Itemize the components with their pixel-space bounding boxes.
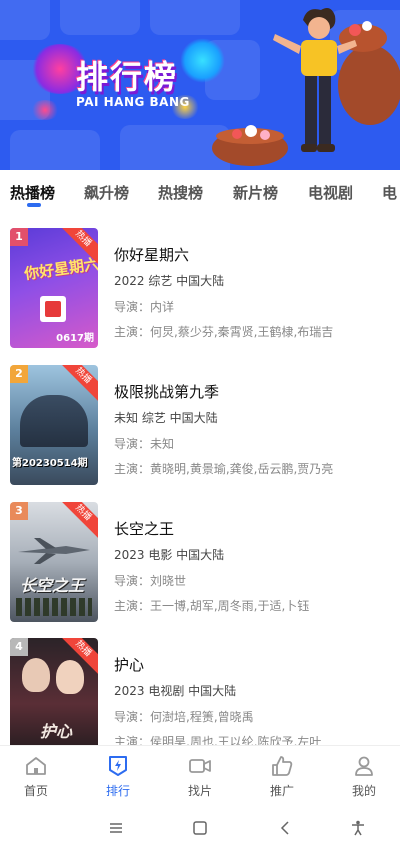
poster-caption: 护心 (40, 722, 73, 741)
tab-hot-play[interactable]: 热播榜 (10, 182, 55, 203)
poster-image[interactable]: 护心 4 热播 (10, 638, 98, 745)
banner-decoration (60, 0, 140, 35)
jet-illustration (18, 538, 90, 564)
system-navigation-bar (0, 808, 400, 850)
splash-decoration (180, 38, 225, 83)
list-item[interactable]: 第20230514期 2 热播 极限挑战第九季 未知 综艺 中国大陆 导演：未知… (0, 365, 400, 489)
poster-caption: 长空之王 (20, 576, 85, 595)
nav-promote[interactable]: 推广 (252, 754, 312, 804)
banner-decoration (150, 0, 240, 35)
tab-tv-series[interactable]: 电视剧 (308, 182, 353, 203)
item-meta: 未知 综艺 中国大陆 (114, 411, 218, 425)
category-tabs: 热播榜 飙升榜 热搜榜 新片榜 电视剧 电 (0, 170, 400, 214)
banner-title: 排行榜 (76, 58, 179, 96)
item-director: 导演：内详 (114, 300, 175, 314)
nav-ranking[interactable]: 排行 (88, 754, 148, 804)
user-icon (355, 756, 373, 776)
item-actors: 主演：侯明昊,周也,王以纶,陈欣予,左叶 (114, 735, 322, 745)
nav-home[interactable]: 首页 (6, 754, 66, 804)
item-title[interactable]: 极限挑战第九季 (114, 381, 219, 402)
item-director: 导演：何澍培,程箦,曾晓禹 (114, 710, 254, 724)
rank-badge: 1 (10, 228, 28, 246)
video-camera-icon (189, 759, 211, 773)
nav-label: 找片 (187, 784, 212, 798)
splash-decoration (30, 100, 60, 120)
item-actors: 主演：何炅,蔡少芬,秦霄贤,王鹤棣,布瑞吉 (114, 325, 334, 339)
item-title[interactable]: 你好星期六 (114, 244, 189, 265)
banner-decoration (0, 0, 50, 40)
menu-icon[interactable] (108, 820, 124, 836)
nav-label: 排行 (105, 784, 130, 798)
nav-label: 推广 (269, 784, 294, 798)
banner-subtitle: PAI HANG BANG (76, 95, 190, 109)
rank-badge: 3 (10, 502, 28, 520)
item-meta: 2022 综艺 中国大陆 (114, 274, 225, 288)
poster-caption: 第20230514期 (12, 458, 88, 469)
poster-group-figure (20, 395, 88, 447)
tab-new-releases[interactable]: 新片榜 (233, 182, 278, 203)
home-square-icon[interactable] (192, 820, 208, 836)
item-title[interactable]: 护心 (114, 654, 144, 675)
item-meta: 2023 电视剧 中国大陆 (114, 684, 237, 698)
poster-caption: 0617期 (56, 333, 94, 344)
back-icon[interactable] (278, 820, 294, 836)
list-item[interactable]: 护心 4 热播 护心 2023 电视剧 中国大陆 导演：何澍培,程箦,曾晓禹 主… (0, 638, 400, 745)
banner-decoration (10, 130, 100, 170)
item-title[interactable]: 长空之王 (114, 518, 174, 539)
tab-more[interactable]: 电 (382, 182, 397, 203)
pot-illustration (212, 125, 288, 166)
bottom-navigation: 首页 排行 找片 推广 我的 (0, 745, 400, 807)
item-actors: 主演：王一博,胡军,周冬雨,于适,卜钰 (114, 599, 310, 613)
ranking-list: 你好星期六 0617期 1 热播 你好星期六 2022 综艺 中国大陆 导演：内… (0, 214, 400, 745)
item-director: 导演：未知 (114, 437, 175, 451)
poster-text: 你好星期六 (23, 254, 98, 284)
poster-image[interactable]: 你好星期六 0617期 1 热播 (10, 228, 98, 348)
poster-figures (16, 598, 92, 616)
accessibility-icon[interactable] (350, 820, 366, 836)
rank-badge: 4 (10, 638, 28, 656)
nav-label: 我的 (351, 784, 376, 798)
active-tab-indicator (27, 203, 41, 207)
item-director: 导演：刘晓世 (114, 574, 187, 588)
ranking-icon (109, 756, 127, 776)
item-meta: 2023 电影 中国大陆 (114, 548, 225, 562)
header-banner: 排行榜 PAI HANG BANG (0, 0, 400, 170)
tab-hot-search[interactable]: 热搜榜 (158, 182, 203, 203)
thumbs-up-icon (272, 756, 293, 776)
nav-find[interactable]: 找片 (170, 754, 230, 804)
item-actors: 主演：黄晓明,黄景瑜,龚俊,岳云鹏,贾乃亮 (114, 462, 334, 476)
list-item[interactable]: 你好星期六 0617期 1 热播 你好星期六 2022 综艺 中国大陆 导演：内… (0, 228, 400, 352)
tab-rising[interactable]: 飙升榜 (84, 182, 129, 203)
rank-badge: 2 (10, 365, 28, 383)
poster-image[interactable]: 第20230514期 2 热播 (10, 365, 98, 485)
nav-label: 首页 (23, 784, 48, 798)
poster-face (22, 658, 50, 692)
nav-mine[interactable]: 我的 (334, 754, 394, 804)
home-icon (26, 757, 46, 775)
poster-image[interactable]: 长空之王 3 热播 (10, 502, 98, 622)
poster-logo (40, 296, 66, 322)
list-item[interactable]: 长空之王 3 热播 长空之王 2023 电影 中国大陆 导演：刘晓世 主演：王一… (0, 502, 400, 626)
poster-face (56, 660, 84, 694)
